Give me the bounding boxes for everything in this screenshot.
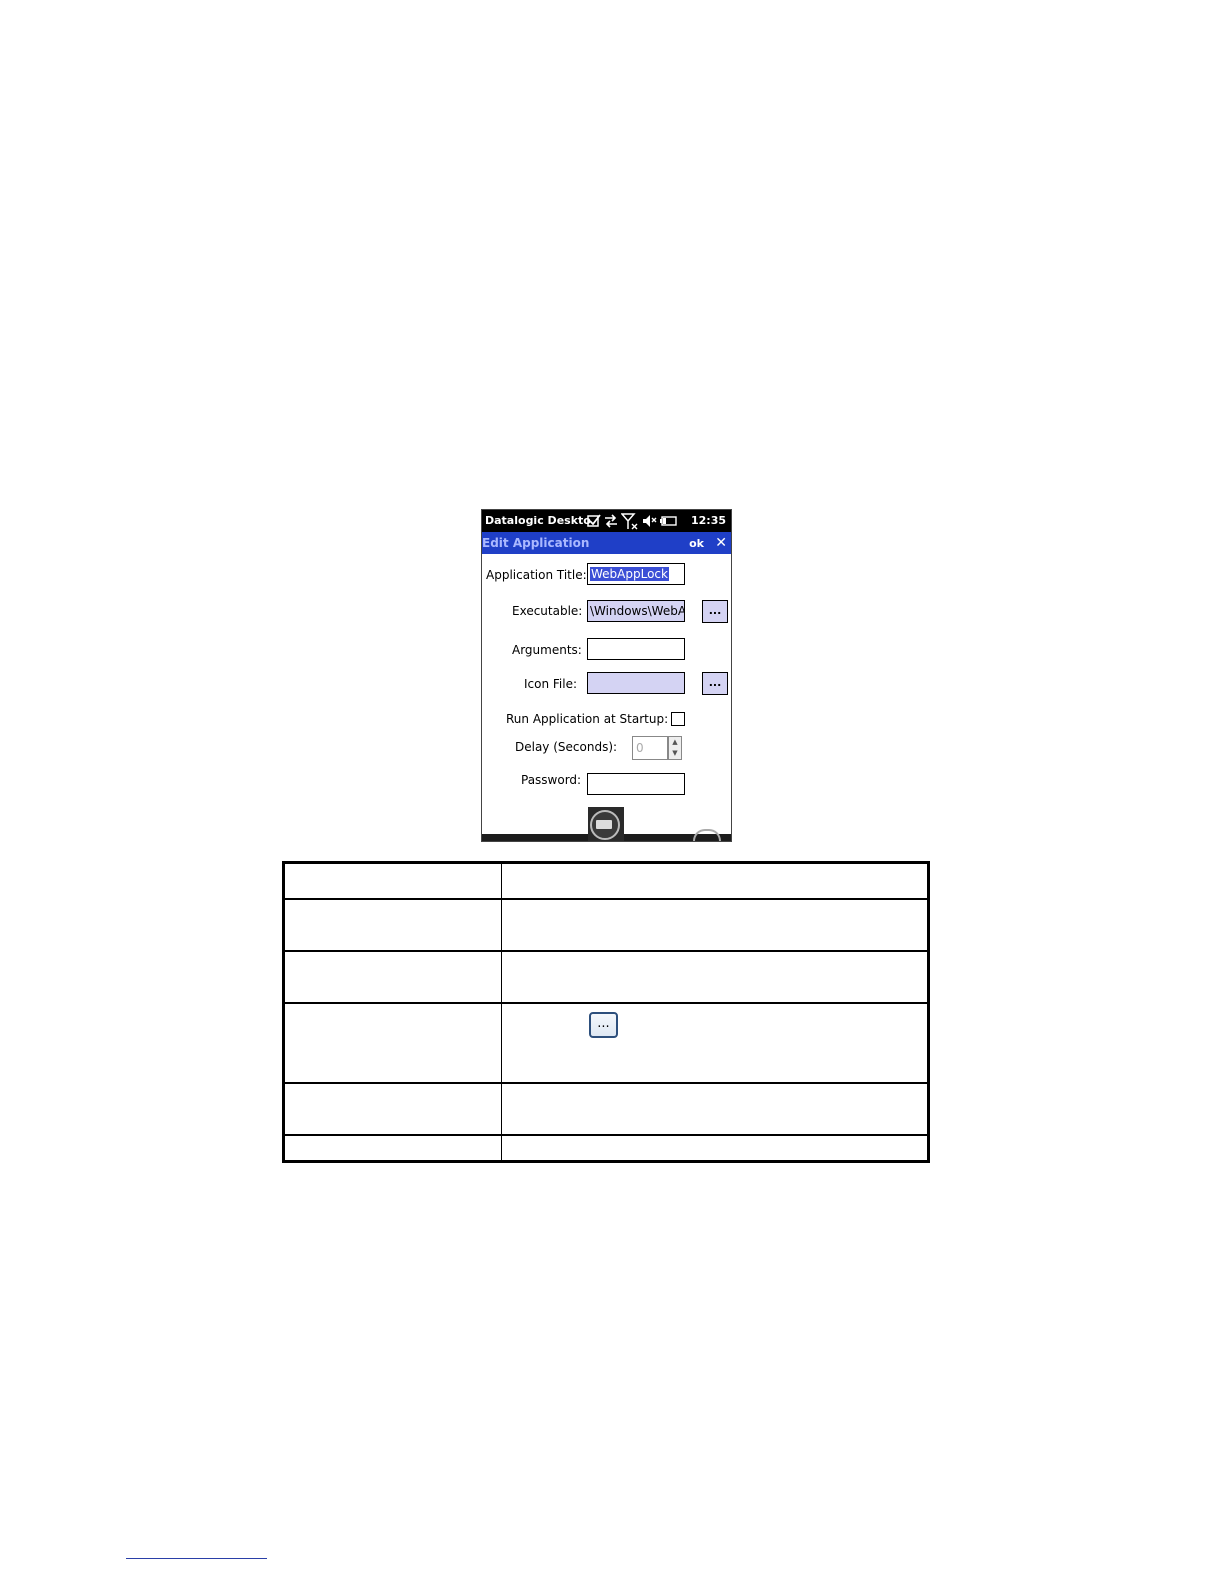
device-screenshot: Datalogic Deskto 12:35 Edit Application … [481, 509, 732, 842]
arguments-field[interactable] [587, 638, 685, 660]
icon-file-label: Icon File: [524, 677, 578, 691]
inline-browse-button: ... [589, 1012, 618, 1038]
status-app-name: Datalogic Deskto [485, 514, 591, 527]
keyboard-icon [596, 820, 612, 829]
checkbox-icon [587, 514, 601, 527]
status-bar: Datalogic Deskto 12:35 [482, 510, 731, 532]
footer-link-underline [126, 1558, 267, 1559]
arc-icon [693, 829, 721, 841]
app-title-value: WebAppLock [590, 567, 669, 581]
password-label: Password: [521, 773, 582, 787]
executable-browse-button[interactable]: ... [702, 600, 728, 623]
close-icon[interactable]: ✕ [715, 535, 727, 551]
sync-arrows-icon [605, 514, 617, 528]
run-at-startup-checkbox[interactable] [671, 712, 685, 726]
executable-label: Executable: [512, 604, 583, 618]
run-at-startup-label: Run Application at Startup: [506, 712, 669, 726]
table-row [285, 1134, 927, 1163]
table-row [285, 950, 927, 1002]
icon-file-browse-button[interactable]: ... [702, 672, 728, 695]
app-title-label: Application Title: [486, 568, 587, 582]
field-description-table: ... [282, 861, 930, 1163]
ok-button[interactable]: ok [689, 537, 704, 550]
speaker-muted-icon [643, 515, 657, 527]
stepper-down-icon[interactable]: ▼ [669, 748, 681, 759]
table-row [285, 898, 927, 950]
table-row: ... [285, 1002, 927, 1082]
title-bar: Edit Application ok ✕ [482, 532, 731, 554]
arguments-label: Arguments: [512, 643, 582, 657]
password-field[interactable] [587, 773, 685, 795]
status-icons [587, 512, 677, 530]
app-title-field[interactable]: WebAppLock [587, 563, 685, 585]
page-title: Edit Application [482, 536, 590, 550]
table-row [285, 1082, 927, 1134]
delay-stepper[interactable]: ▲ ▼ [668, 736, 682, 760]
icon-file-field[interactable] [587, 672, 685, 694]
stepper-up-icon[interactable]: ▲ [669, 737, 681, 748]
battery-icon [660, 516, 677, 526]
status-time: 12:35 [690, 514, 726, 527]
delay-label: Delay (Seconds): [515, 740, 618, 754]
keyboard-button[interactable] [588, 807, 624, 841]
delay-input[interactable]: 0 [632, 736, 668, 760]
no-signal-icon [621, 513, 638, 530]
executable-field[interactable]: \Windows\WebA [587, 600, 685, 622]
